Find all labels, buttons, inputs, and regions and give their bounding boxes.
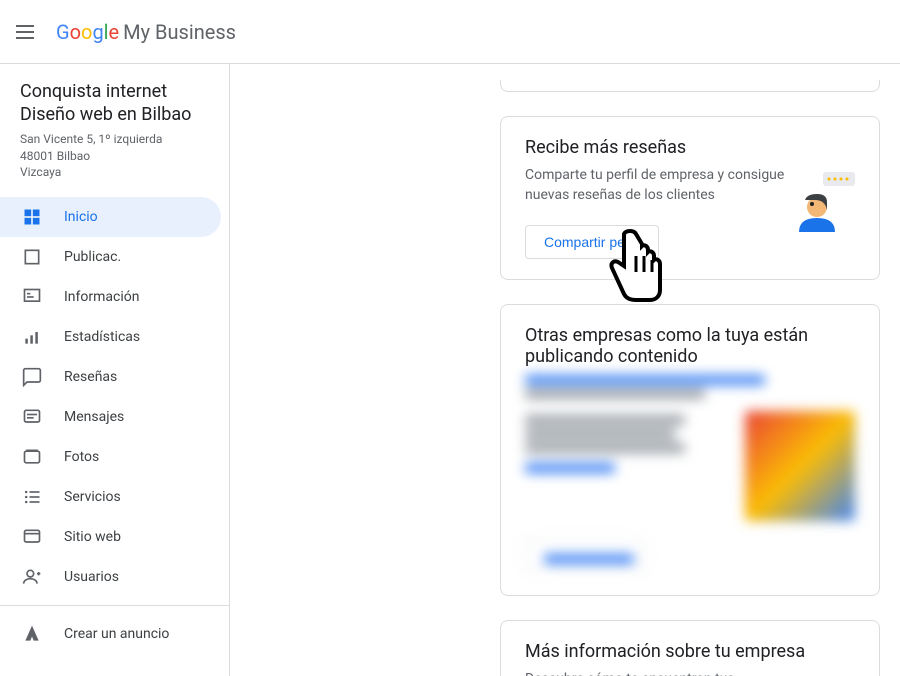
blurred-content xyxy=(525,375,855,575)
photos-icon xyxy=(20,445,44,469)
nav-label: Fotos xyxy=(64,449,99,465)
messages-icon xyxy=(20,405,44,429)
card-other-businesses: Otras empresas como la tuya están public… xyxy=(500,304,880,596)
share-profile-button[interactable]: Compartir perfil xyxy=(525,225,659,259)
nav-label: Crear un anuncio xyxy=(64,626,169,642)
card-title: Más información sobre tu empresa xyxy=(525,641,855,662)
business-name: Conquista internet Diseño web en Bilbao xyxy=(0,80,229,131)
nav-divider xyxy=(0,605,229,606)
nav-users[interactable]: Usuarios xyxy=(0,557,221,597)
sidebar: Conquista internet Diseño web en Bilbao … xyxy=(0,64,230,676)
business-address-2: 48001 Bilbao xyxy=(0,148,229,165)
card-text: Comparte tu perfil de empresa y consigue… xyxy=(525,166,785,205)
analytics-icon xyxy=(20,325,44,349)
card-title: Recibe más reseñas xyxy=(525,137,855,158)
nav-label: Sitio web xyxy=(64,529,121,545)
nav-services[interactable]: Servicios xyxy=(0,477,221,517)
card-reviews: Recibe más reseñas Comparte tu perfil de… xyxy=(500,116,880,280)
nav-label: Estadísticas xyxy=(64,329,140,345)
card-title: Otras empresas como la tuya están public… xyxy=(525,325,855,367)
google-logo[interactable]: Google My Business xyxy=(56,20,236,44)
business-address-3: Vizcaya xyxy=(0,164,229,181)
nav-label: Servicios xyxy=(64,489,121,505)
nav-label: Mensajes xyxy=(64,409,124,425)
nav-label: Inicio xyxy=(64,209,98,225)
nav-messages[interactable]: Mensajes xyxy=(0,397,221,437)
avatar-illustration xyxy=(795,172,855,236)
nav-website[interactable]: Sitio web xyxy=(0,517,221,557)
nav-label: Información xyxy=(64,289,139,305)
nav-label: Reseñas xyxy=(64,369,117,385)
nav-photos[interactable]: Fotos xyxy=(0,437,221,477)
nav-create-ad[interactable]: Crear un anuncio xyxy=(0,614,221,654)
nav-reviews[interactable]: Reseñas xyxy=(0,357,221,397)
post-icon xyxy=(20,245,44,269)
menu-icon[interactable] xyxy=(16,20,40,44)
nav-label: Publicac. xyxy=(64,249,121,265)
main-content: Recibe más reseñas Comparte tu perfil de… xyxy=(230,64,900,676)
ads-icon xyxy=(20,622,44,646)
nav: Inicio Publicac. Información Estadística… xyxy=(0,197,229,654)
header: Google My Business xyxy=(0,0,900,64)
product-name: My Business xyxy=(123,20,236,44)
reviews-icon xyxy=(20,365,44,389)
nav-label: Usuarios xyxy=(64,569,119,585)
users-icon xyxy=(20,565,44,589)
info-icon xyxy=(20,285,44,309)
card-partial-top xyxy=(500,80,880,92)
website-icon xyxy=(20,525,44,549)
list-icon xyxy=(20,485,44,509)
nav-posts[interactable]: Publicac. xyxy=(0,237,221,277)
business-address-1: San Vicente 5, 1º izquierda xyxy=(0,131,229,148)
card-text: Descubre cómo te encuentran tus clientes… xyxy=(525,670,785,676)
card-more-info: Más información sobre tu empresa Descubr… xyxy=(500,620,880,676)
nav-insights[interactable]: Estadísticas xyxy=(0,317,221,357)
dashboard-icon xyxy=(20,205,44,229)
nav-info[interactable]: Información xyxy=(0,277,221,317)
nav-home[interactable]: Inicio xyxy=(0,197,221,237)
